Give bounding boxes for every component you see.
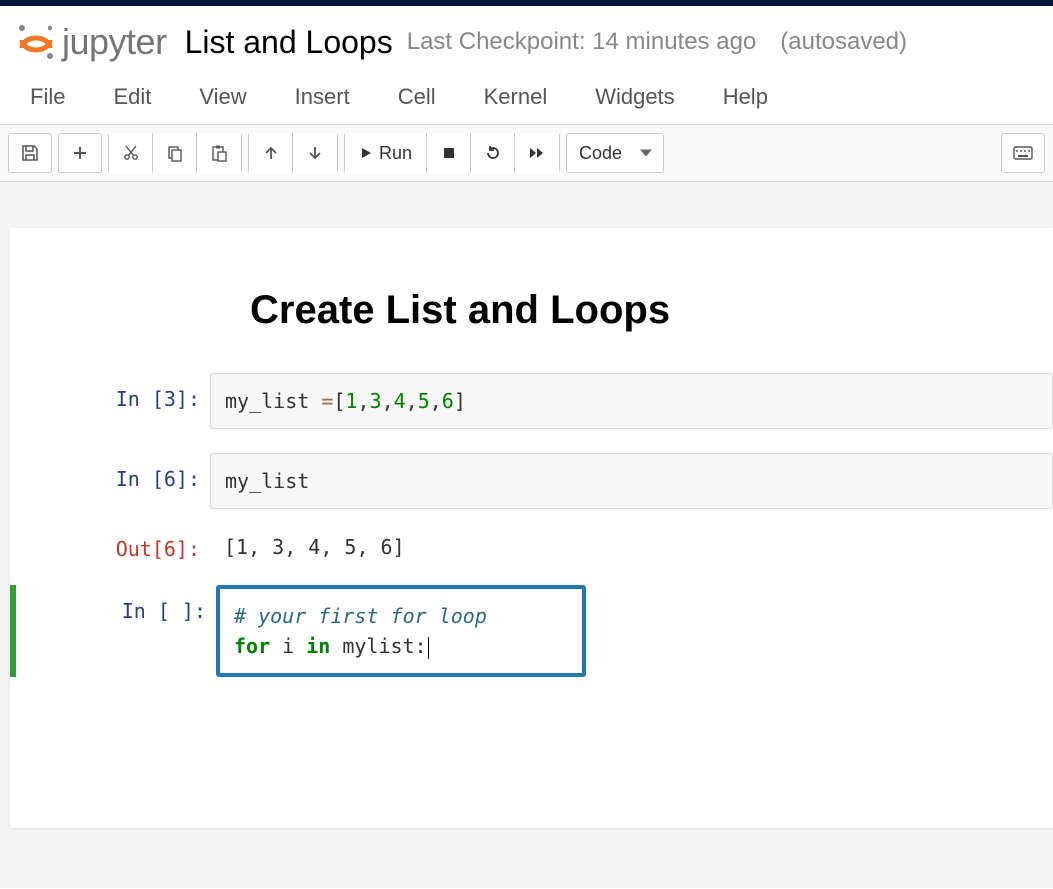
- code-cell-1[interactable]: In [3]: my_list =[1,3,4,5,6]: [10, 373, 1053, 429]
- interrupt-button[interactable]: [427, 133, 471, 173]
- fast-forward-icon: [528, 146, 546, 160]
- code-input[interactable]: my_list: [210, 453, 1053, 509]
- cell-type-select-wrap: Code: [566, 133, 664, 173]
- cell-output: [1, 3, 4, 5, 6]: [210, 523, 1053, 561]
- output-row: Out[6]: [1, 3, 4, 5, 6]: [10, 523, 1053, 561]
- toolbar: Run Code: [0, 125, 1053, 182]
- menu-cell[interactable]: Cell: [398, 84, 436, 110]
- copy-icon: [166, 144, 184, 162]
- copy-button[interactable]: [153, 133, 197, 173]
- command-palette-button[interactable]: [1001, 133, 1045, 173]
- logo-text: jupyter: [62, 21, 167, 63]
- input-prompt: In [3]:: [10, 373, 210, 429]
- menu-insert[interactable]: Insert: [295, 84, 350, 110]
- code-cell-3-active[interactable]: In [ ]: # your first for loop for i in m…: [10, 585, 1053, 677]
- input-prompt: In [ ]:: [16, 585, 216, 677]
- menu-edit[interactable]: Edit: [113, 84, 151, 110]
- restart-button[interactable]: [471, 133, 515, 173]
- code-cell-2[interactable]: In [6]: my_list: [10, 453, 1053, 509]
- arrow-down-icon: [307, 145, 323, 161]
- cell-type-select[interactable]: Code: [566, 133, 664, 173]
- notebook-title[interactable]: List and Loops: [185, 24, 393, 61]
- header: jupyter List and Loops Last Checkpoint: …: [0, 0, 1053, 74]
- notebook-container: Create List and Loops In [3]: my_list =[…: [0, 182, 1053, 888]
- restart-run-all-button[interactable]: [515, 133, 559, 173]
- paste-button[interactable]: [197, 133, 241, 173]
- notebook: Create List and Loops In [3]: my_list =[…: [10, 228, 1053, 828]
- add-cell-button[interactable]: [58, 133, 102, 173]
- text-cursor: [428, 637, 429, 659]
- checkpoint-text: Last Checkpoint: 14 minutes ago: [407, 28, 757, 56]
- menu-widgets[interactable]: Widgets: [595, 84, 674, 110]
- code-input[interactable]: # your first for loop for i in mylist:: [216, 585, 586, 677]
- input-prompt: In [6]:: [10, 453, 210, 509]
- move-up-button[interactable]: [249, 133, 293, 173]
- menu-file[interactable]: File: [30, 84, 65, 110]
- restart-icon: [484, 144, 502, 162]
- plus-icon: [72, 145, 88, 161]
- save-button[interactable]: [8, 133, 52, 173]
- paste-icon: [210, 144, 228, 162]
- stop-icon: [442, 146, 456, 160]
- code-input[interactable]: my_list =[1,3,4,5,6]: [210, 373, 1053, 429]
- play-icon: [359, 146, 373, 160]
- jupyter-logo-icon: [14, 20, 58, 64]
- cut-button[interactable]: [109, 133, 153, 173]
- menu-help[interactable]: Help: [723, 84, 768, 110]
- move-down-button[interactable]: [293, 133, 337, 173]
- save-icon: [21, 144, 39, 162]
- menu-view[interactable]: View: [199, 84, 246, 110]
- arrow-up-icon: [263, 145, 279, 161]
- output-prompt: Out[6]:: [10, 523, 210, 561]
- scissors-icon: [122, 144, 140, 162]
- menu-kernel[interactable]: Kernel: [484, 84, 548, 110]
- menubar: File Edit View Insert Cell Kernel Widget…: [0, 74, 1053, 125]
- markdown-heading[interactable]: Create List and Loops: [250, 288, 1053, 333]
- keyboard-icon: [1013, 146, 1033, 160]
- jupyter-logo[interactable]: jupyter: [14, 20, 167, 64]
- autosave-text: (autosaved): [780, 28, 907, 56]
- run-button[interactable]: Run: [345, 133, 427, 173]
- run-label: Run: [379, 143, 412, 164]
